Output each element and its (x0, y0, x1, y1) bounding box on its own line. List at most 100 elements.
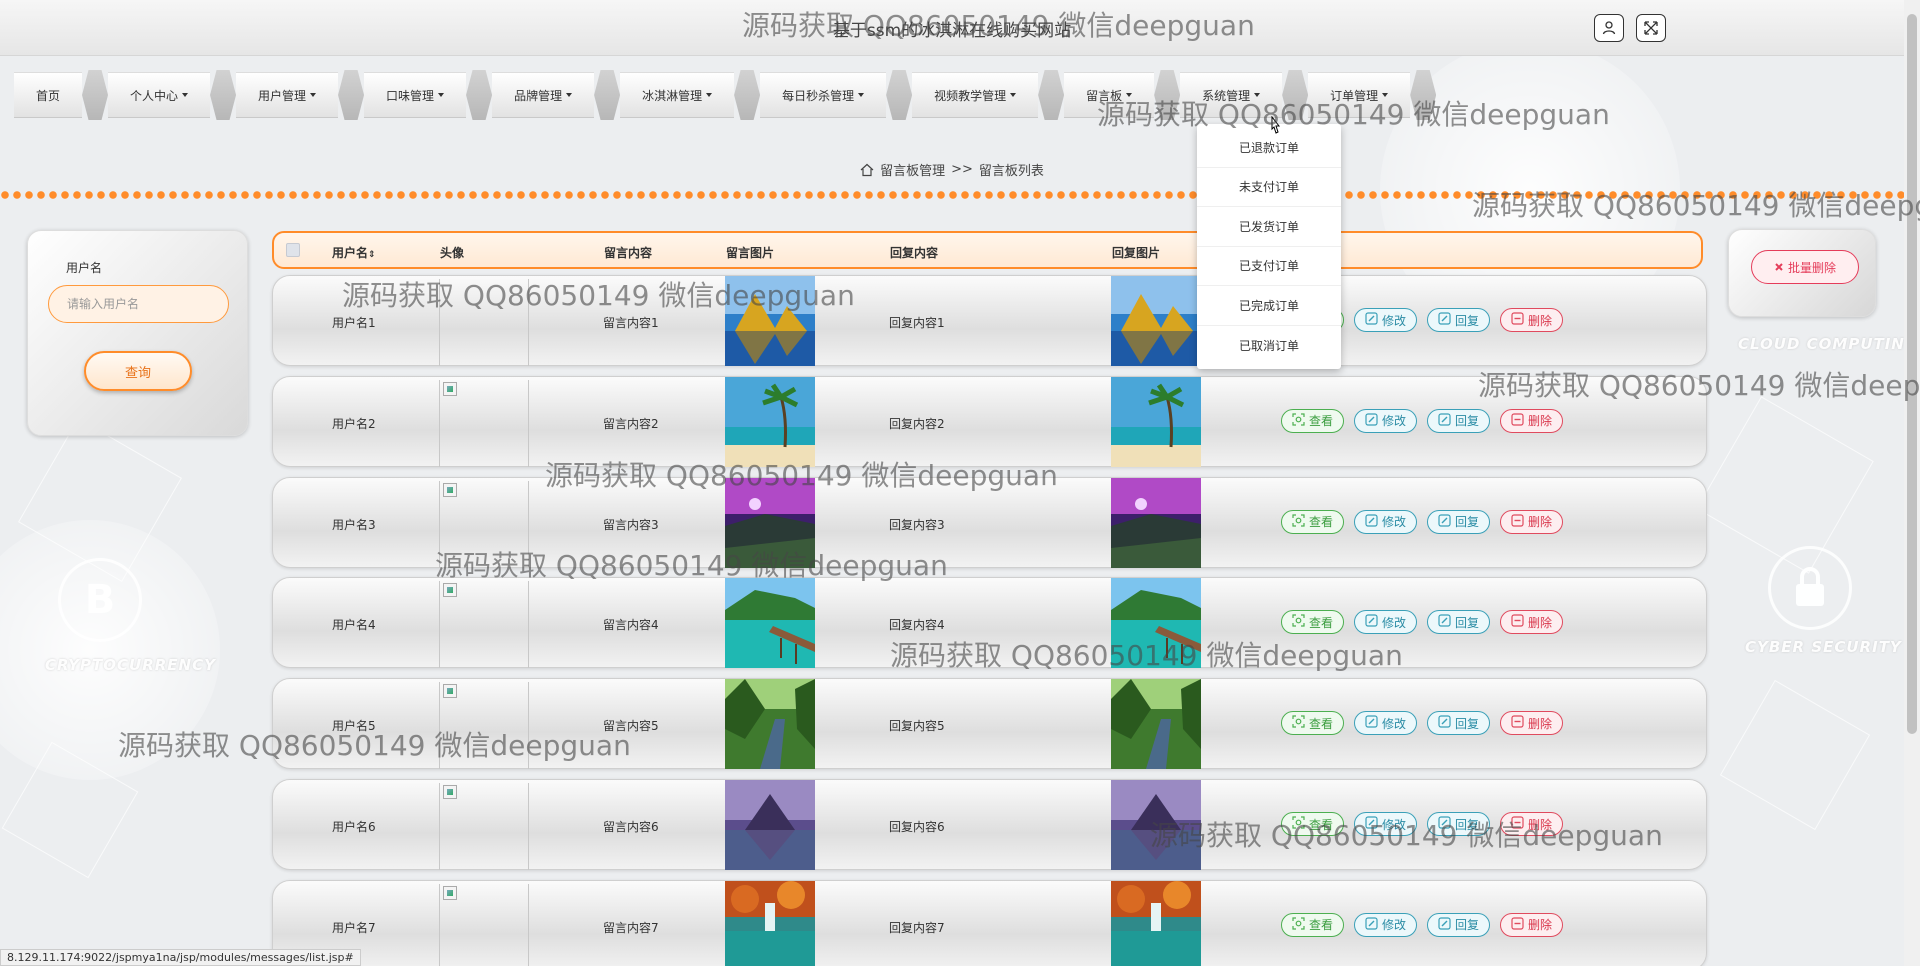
delete-label: 删除 (1528, 515, 1553, 530)
delete-button[interactable]: 删除 (1500, 912, 1564, 937)
nav-label: 订单管理 (1330, 88, 1379, 103)
edit-button[interactable]: 修改 (1354, 711, 1418, 736)
view-button[interactable]: 查看 (1281, 408, 1345, 433)
row-checkbox[interactable] (287, 818, 301, 832)
view-button[interactable]: 查看 (1281, 610, 1345, 635)
vertical-scrollbar[interactable] (1904, 0, 1920, 966)
row-actions: 查看 修改 回复 删除 (1281, 610, 1564, 635)
menu-item-paid-orders[interactable]: 已支付订单 (1197, 247, 1341, 286)
edit-icon (1365, 513, 1378, 530)
table-row: 用户名5 留言内容5 回复内容5 查看 修改 回复 删除 (272, 678, 1707, 770)
view-button[interactable]: 查看 (1281, 912, 1345, 937)
edit-label: 修改 (1382, 515, 1407, 530)
view-button[interactable]: 查看 (1281, 711, 1345, 736)
reply-image (1111, 578, 1201, 669)
nav-flash-sale-management[interactable]: 每日秒杀管理 (760, 72, 887, 118)
view-button[interactable]: 查看 (1281, 812, 1345, 836)
avatar-image (439, 279, 529, 366)
delete-button[interactable]: 删除 (1500, 812, 1564, 836)
edit-button[interactable]: 修改 (1354, 912, 1418, 937)
nav-separator (1282, 70, 1309, 120)
reply-icon (1438, 917, 1451, 933)
row-checkbox[interactable] (287, 717, 301, 731)
batch-delete-button[interactable]: 批量删除 (1751, 250, 1859, 284)
message-image (725, 780, 815, 870)
header-reply: 回复内容 (890, 246, 939, 260)
row-checkbox[interactable] (287, 314, 301, 328)
delete-button[interactable]: 删除 (1500, 610, 1564, 635)
row-checkbox[interactable] (287, 616, 301, 630)
nav-icecream-management[interactable]: 冰淇淋管理 (620, 72, 735, 118)
delete-button[interactable]: 删除 (1500, 408, 1564, 433)
edit-icon (1365, 614, 1378, 630)
nav-video-management[interactable]: 视频教学管理 (912, 72, 1039, 118)
row-checkbox[interactable] (287, 415, 301, 429)
edit-button[interactable]: 修改 (1354, 610, 1418, 635)
row-checkbox[interactable] (287, 516, 301, 530)
delete-icon (1511, 413, 1524, 429)
user-icon[interactable] (1594, 14, 1624, 42)
reply-button[interactable]: 回复 (1427, 711, 1491, 736)
username-search-input[interactable] (48, 285, 229, 323)
reply-icon (1438, 614, 1451, 630)
edit-button[interactable]: 修改 (1354, 408, 1418, 433)
cell-content: 留言内容5 (603, 719, 659, 734)
scrollbar-thumb[interactable] (1907, 14, 1917, 734)
view-icon (1292, 413, 1305, 429)
nav-user-management[interactable]: 用户管理 (236, 72, 339, 118)
header-reply-image: 回复图片 (1112, 246, 1161, 260)
reply-label: 回复 (1455, 716, 1480, 731)
menu-item-unpaid-orders[interactable]: 未支付订单 (1197, 168, 1341, 207)
menu-item-completed-orders[interactable]: 已完成订单 (1197, 286, 1341, 326)
caret-down-icon (310, 93, 317, 97)
reply-button[interactable]: 回复 (1427, 912, 1491, 937)
menu-item-cancelled-orders[interactable]: 已取消订单 (1197, 326, 1341, 366)
nav-separator (886, 70, 913, 120)
delete-label: 删除 (1528, 918, 1553, 933)
avatar-image (439, 480, 529, 568)
fullscreen-icon[interactable] (1636, 14, 1666, 42)
batch-panel: 批量删除 (1728, 229, 1876, 317)
nav-system-management[interactable]: 系统管理 (1180, 72, 1283, 118)
reply-label: 回复 (1455, 313, 1480, 328)
mouse-cursor-icon (1268, 115, 1282, 139)
row-actions: 查看 修改 回复 删除 (1281, 912, 1564, 937)
nav-label: 系统管理 (1202, 88, 1251, 103)
row-checkbox[interactable] (287, 919, 301, 933)
nav-message-board[interactable]: 留言板 (1064, 72, 1155, 118)
edit-button[interactable]: 修改 (1354, 812, 1418, 836)
breadcrumb-section[interactable]: 留言板管理 (880, 160, 945, 179)
caret-down-icon (1126, 93, 1133, 97)
edit-label: 修改 (1382, 817, 1407, 832)
select-all-checkbox[interactable] (286, 243, 300, 257)
edit-button[interactable]: 修改 (1354, 509, 1418, 534)
cell-reply: 回复内容5 (889, 719, 945, 734)
nav-flavor-management[interactable]: 口味管理 (364, 72, 467, 118)
delete-button[interactable]: 删除 (1500, 308, 1564, 332)
header-username[interactable]: 用户名⇕ (332, 244, 376, 261)
delete-button[interactable]: 删除 (1500, 509, 1564, 534)
view-button[interactable]: 查看 (1281, 509, 1345, 534)
view-label: 查看 (1309, 817, 1334, 832)
edit-label: 修改 (1382, 615, 1407, 630)
nav-order-management[interactable]: 订单管理 (1308, 72, 1411, 118)
breadcrumb-separator: >> (951, 162, 973, 177)
nav-label: 用户管理 (258, 88, 307, 103)
nav-home[interactable]: 首页 (14, 72, 83, 118)
caret-down-icon (182, 93, 189, 97)
nav-personal-center[interactable]: 个人中心 (108, 72, 211, 118)
view-icon (1292, 816, 1305, 832)
reply-button[interactable]: 回复 (1427, 509, 1491, 534)
reply-button[interactable]: 回复 (1427, 408, 1491, 433)
row-actions: 查看 修改 回复 删除 (1281, 711, 1564, 736)
reply-button[interactable]: 回复 (1427, 812, 1491, 836)
edit-button[interactable]: 修改 (1354, 308, 1418, 332)
cell-reply: 回复内容2 (889, 416, 945, 431)
nav-brand-management[interactable]: 品牌管理 (492, 72, 595, 118)
reply-button[interactable]: 回复 (1427, 610, 1491, 635)
reply-button[interactable]: 回复 (1427, 308, 1491, 332)
delete-button[interactable]: 删除 (1500, 711, 1564, 736)
menu-item-shipped-orders[interactable]: 已发货订单 (1197, 207, 1341, 247)
view-label: 查看 (1309, 414, 1334, 429)
search-button[interactable]: 查询 (84, 351, 192, 391)
